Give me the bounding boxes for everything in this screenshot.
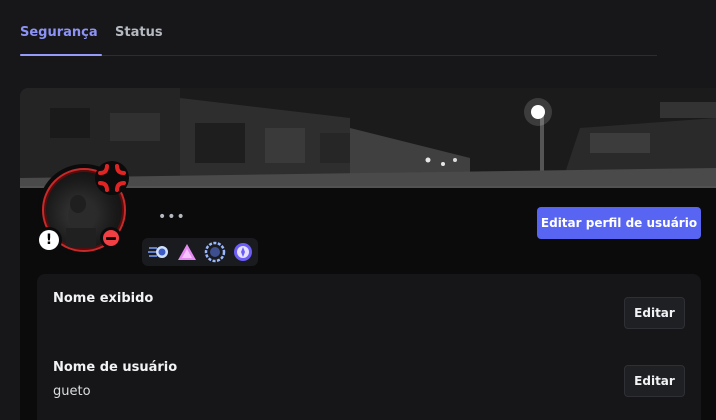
status-badge (100, 227, 122, 249)
tab-bar: Segurança Status (20, 0, 657, 56)
edit-profile-button[interactable]: Editar perfil de usuário (537, 207, 701, 239)
alert-icon: ! (39, 230, 59, 250)
account-info-panel: Nome exibido Editar Nome de usuário guet… (37, 274, 701, 420)
profile-card: ! ••• Editar perfil de usuário Nome exib… (20, 88, 716, 420)
edit-username-button[interactable]: Editar (624, 365, 685, 397)
do-not-disturb-icon (103, 230, 119, 246)
anger-symbol-icon (95, 161, 129, 195)
more-options-icon[interactable]: ••• (158, 210, 185, 224)
edit-display-name-button[interactable]: Editar (624, 297, 685, 329)
username-value: gueto (53, 384, 91, 399)
username-label: Nome de usuário (53, 360, 178, 375)
badge-list (142, 238, 258, 266)
hypesquad-balance-icon[interactable] (148, 241, 170, 263)
display-name-label: Nome exibido (53, 291, 154, 306)
quest-badge-icon[interactable] (232, 241, 254, 263)
tab-status[interactable]: Status (115, 24, 163, 42)
alert-badge: ! (36, 227, 62, 253)
nitro-triangle-icon[interactable] (176, 241, 198, 263)
tab-seguranca[interactable]: Segurança (20, 24, 102, 56)
boost-gem-icon[interactable] (204, 241, 226, 263)
